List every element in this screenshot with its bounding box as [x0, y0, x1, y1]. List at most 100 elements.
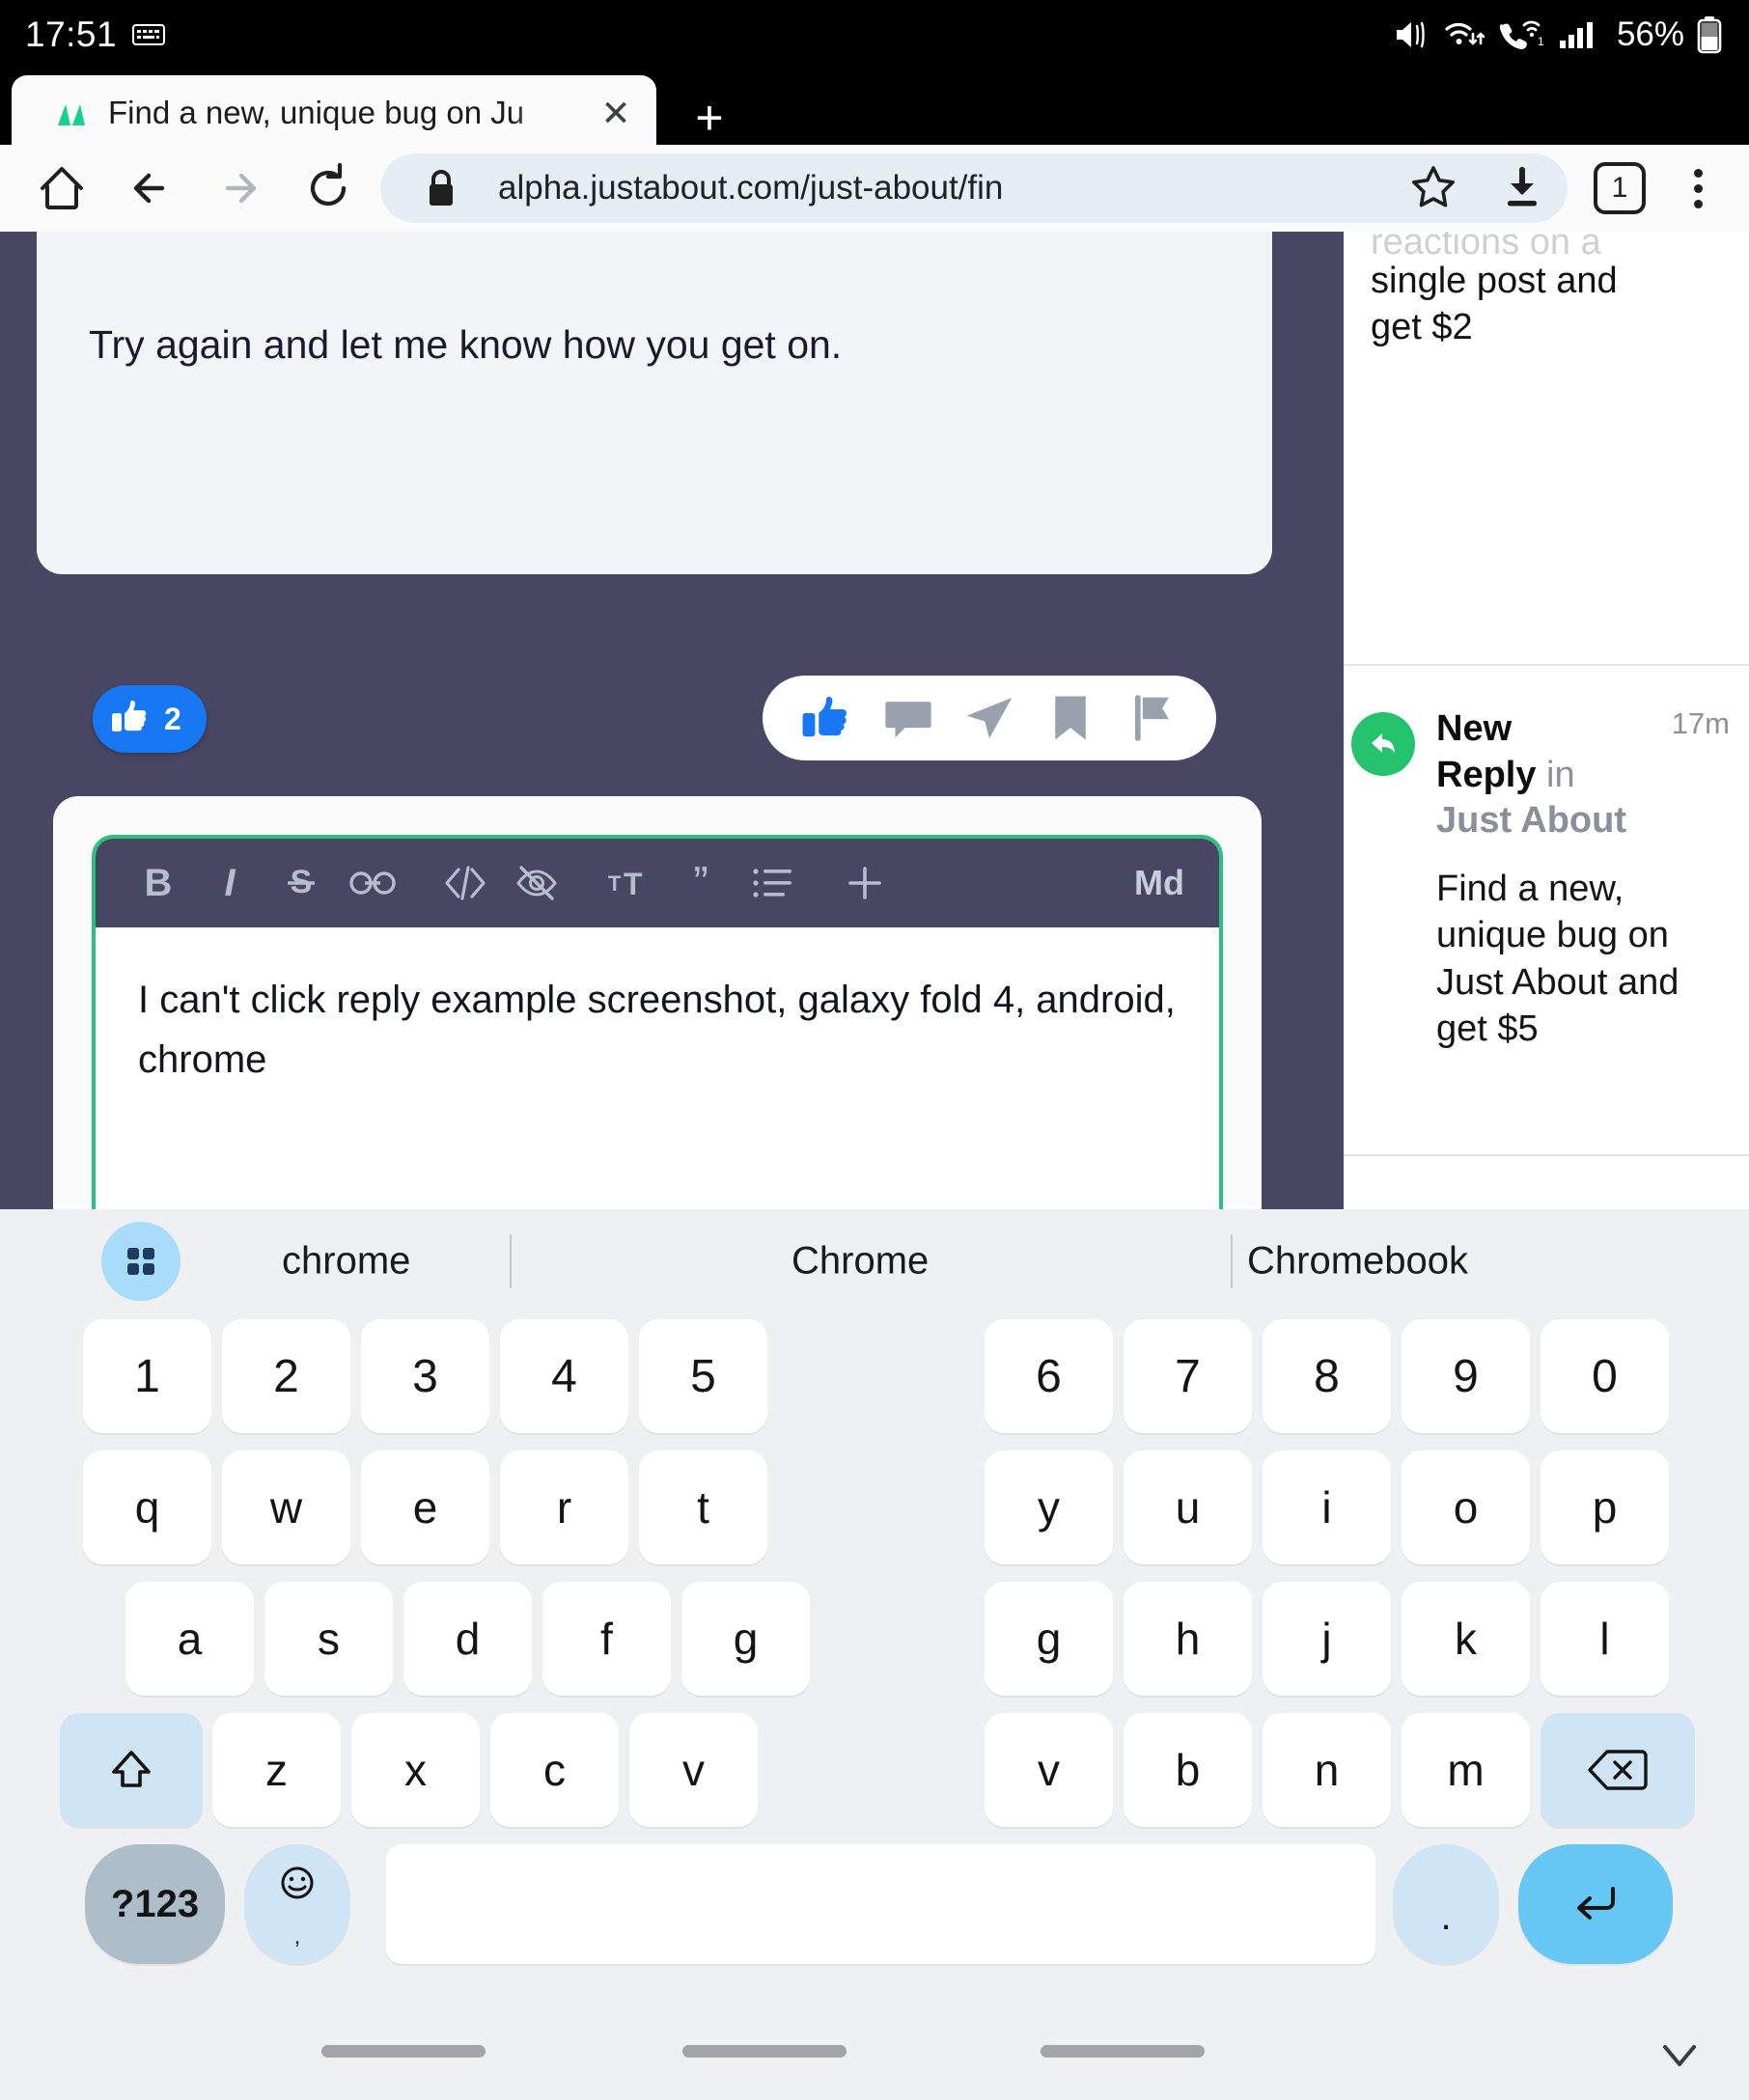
- wifi-calling-icon: 1: [1499, 17, 1545, 52]
- space-key[interactable]: [386, 1844, 1375, 1964]
- insert-icon[interactable]: [829, 847, 901, 919]
- flag-icon[interactable]: [1123, 688, 1182, 748]
- shift-icon[interactable]: [60, 1713, 203, 1827]
- suggestion-2[interactable]: Chromebook: [1247, 1240, 1468, 1284]
- emoji-icon[interactable]: ,: [244, 1844, 350, 1964]
- key-x[interactable]: x: [351, 1713, 480, 1827]
- key-9[interactable]: 9: [1402, 1319, 1530, 1433]
- key-i[interactable]: i: [1263, 1451, 1391, 1564]
- key-s[interactable]: s: [264, 1582, 393, 1696]
- key-c[interactable]: c: [490, 1713, 619, 1827]
- forward-icon: [195, 145, 284, 232]
- markdown-mode-label[interactable]: Md: [1126, 863, 1192, 903]
- key-a[interactable]: a: [125, 1582, 254, 1696]
- quote-icon[interactable]: ”: [665, 847, 736, 919]
- key-8[interactable]: 8: [1263, 1319, 1391, 1433]
- back-icon[interactable]: [106, 145, 195, 232]
- editor-toolbar: B I S T T ” Md: [96, 839, 1219, 927]
- key-t[interactable]: t: [639, 1451, 767, 1564]
- key-6[interactable]: 6: [985, 1319, 1113, 1433]
- key-d[interactable]: d: [403, 1582, 532, 1696]
- key-5[interactable]: 5: [639, 1319, 767, 1433]
- close-icon[interactable]: ✕: [595, 96, 637, 131]
- gesture-bar-center[interactable]: [682, 2045, 847, 2058]
- overflow-menu-icon[interactable]: [1664, 145, 1732, 232]
- key-b[interactable]: b: [1124, 1713, 1252, 1827]
- notification-title-new: New: [1436, 708, 1513, 749]
- key-1[interactable]: 1: [83, 1319, 211, 1433]
- reply-editor-card: B I S T T ” Md I can't click reply examp…: [53, 796, 1262, 1209]
- chevron-down-icon[interactable]: [1649, 2024, 1710, 2086]
- code-icon[interactable]: [430, 847, 501, 919]
- backspace-icon[interactable]: [1541, 1713, 1695, 1827]
- gesture-bar-left[interactable]: [321, 2045, 486, 2058]
- bookmark-icon[interactable]: [1041, 688, 1100, 748]
- home-icon[interactable]: [17, 145, 106, 232]
- key-j[interactable]: j: [1263, 1582, 1391, 1696]
- key-e[interactable]: e: [361, 1451, 489, 1564]
- key-w[interactable]: w: [222, 1451, 350, 1564]
- suggestion-1[interactable]: Chrome: [791, 1240, 929, 1284]
- new-tab-button[interactable]: +: [676, 91, 743, 145]
- thread-column: Try again and let me know how you get on…: [0, 232, 1344, 1209]
- tab-strip: Find a new, unique bug on Ju ✕ +: [0, 69, 1749, 151]
- suggestion-0[interactable]: chrome: [282, 1240, 410, 1284]
- mute-icon: [1393, 17, 1431, 52]
- notification-item[interactable]: New Reply in Just About 17m Find a new, …: [1351, 706, 1730, 1053]
- previous-notification-tail: single post and get $2: [1371, 261, 1618, 347]
- reload-icon[interactable]: [284, 145, 373, 232]
- post-card: Try again and let me know how you get on…: [37, 232, 1272, 574]
- key-0[interactable]: 0: [1541, 1319, 1669, 1433]
- list-icon[interactable]: [736, 847, 808, 919]
- gesture-bar-right[interactable]: [1041, 2045, 1205, 2058]
- reply-editor[interactable]: B I S T T ” Md I can't click reply examp…: [92, 835, 1223, 1209]
- tab-count: 1: [1594, 162, 1646, 214]
- key-k[interactable]: k: [1402, 1582, 1530, 1696]
- browser-tab[interactable]: Find a new, unique bug on Ju ✕: [12, 75, 656, 151]
- heading-icon[interactable]: TT: [594, 847, 665, 919]
- key-g[interactable]: g: [681, 1582, 810, 1696]
- enter-icon[interactable]: [1518, 1844, 1673, 1964]
- url-text: alpha.justabout.com/just-about/fin: [498, 169, 1004, 207]
- eye-off-icon[interactable]: [501, 847, 572, 919]
- suggestion-divider: [1231, 1234, 1233, 1288]
- suggestion-divider: [510, 1234, 512, 1288]
- key-o[interactable]: o: [1402, 1451, 1530, 1564]
- bold-icon[interactable]: B: [123, 847, 194, 919]
- key-h[interactable]: h: [1124, 1582, 1252, 1696]
- key-m[interactable]: m: [1402, 1713, 1530, 1827]
- italic-icon[interactable]: I: [194, 847, 265, 919]
- comment-icon[interactable]: [878, 688, 938, 748]
- bookmark-star-icon[interactable]: [1402, 156, 1465, 220]
- system-navigation-bar: [0, 1991, 1749, 2100]
- key-4[interactable]: 4: [500, 1319, 628, 1433]
- key-z[interactable]: z: [212, 1713, 341, 1827]
- symbols-key[interactable]: ?123: [85, 1844, 225, 1964]
- reply-textarea[interactable]: I can't click reply example screenshot, …: [96, 927, 1219, 1090]
- key-v[interactable]: v: [629, 1713, 758, 1827]
- key-3[interactable]: 3: [361, 1319, 489, 1433]
- key-g-right[interactable]: g: [985, 1582, 1113, 1696]
- key-u[interactable]: u: [1124, 1451, 1252, 1564]
- period-key[interactable]: .: [1393, 1844, 1499, 1964]
- like-badge[interactable]: 2: [93, 685, 207, 753]
- tab-counter-icon[interactable]: 1: [1575, 145, 1664, 232]
- key-r[interactable]: r: [500, 1451, 628, 1564]
- key-y[interactable]: y: [985, 1451, 1113, 1564]
- download-icon[interactable]: [1490, 156, 1554, 220]
- key-v-right[interactable]: v: [985, 1713, 1113, 1827]
- key-q[interactable]: q: [83, 1451, 211, 1564]
- key-n[interactable]: n: [1263, 1713, 1391, 1827]
- key-l[interactable]: l: [1541, 1582, 1669, 1696]
- key-p[interactable]: p: [1541, 1451, 1669, 1564]
- strikethrough-icon[interactable]: S: [265, 847, 337, 919]
- thumbs-up-icon[interactable]: [796, 688, 856, 748]
- svg-text:T: T: [624, 867, 643, 901]
- key-2[interactable]: 2: [222, 1319, 350, 1433]
- omnibox[interactable]: alpha.justabout.com/just-about/fin: [380, 153, 1568, 223]
- key-7[interactable]: 7: [1124, 1319, 1252, 1433]
- link-icon[interactable]: [337, 847, 408, 919]
- key-f[interactable]: f: [542, 1582, 671, 1696]
- share-icon[interactable]: [959, 688, 1019, 748]
- grid-apps-icon[interactable]: [101, 1222, 180, 1301]
